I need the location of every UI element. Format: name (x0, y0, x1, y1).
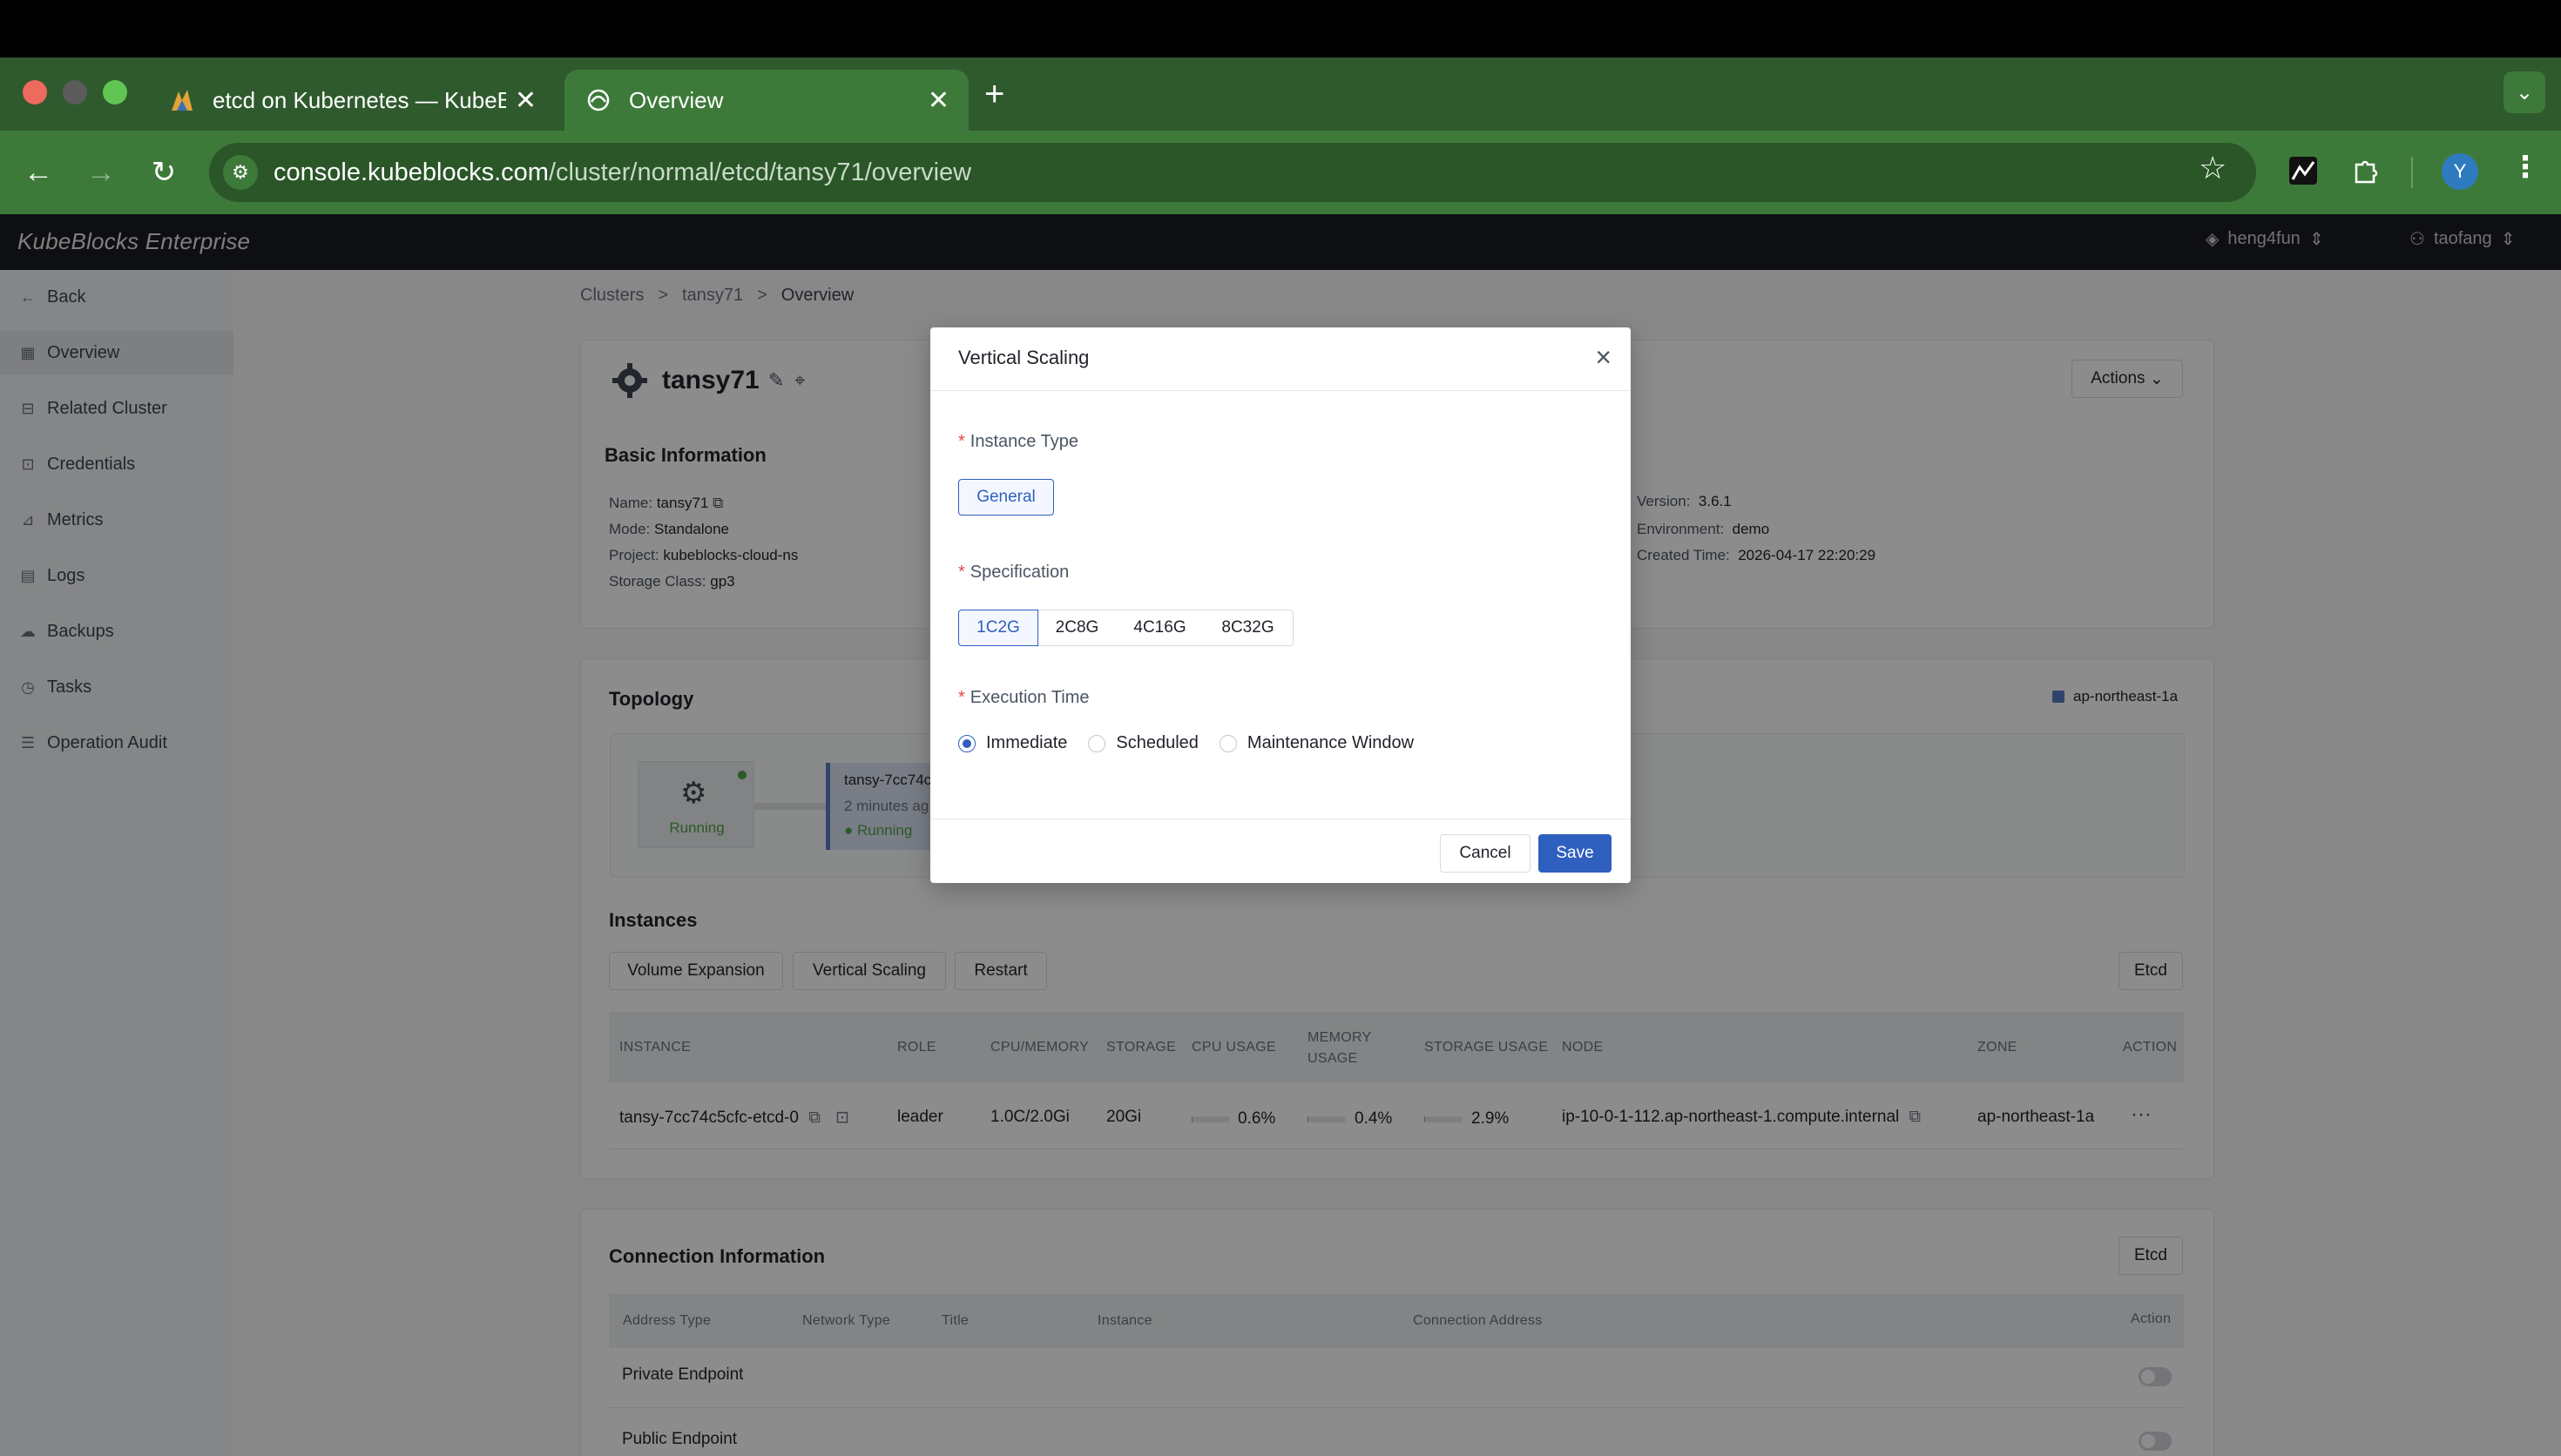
spec-option-2c8g[interactable]: 2C8G (1037, 610, 1118, 646)
kubeblocks-icon (167, 85, 197, 115)
minimize-window-button[interactable] (63, 80, 87, 104)
close-icon[interactable]: ✕ (515, 85, 537, 116)
forward-arrow-icon[interactable]: → (78, 150, 124, 195)
cancel-button[interactable]: Cancel (1440, 834, 1531, 873)
close-icon[interactable]: × (1595, 341, 1612, 374)
more-menu-icon[interactable]: ⋮ (2510, 150, 2540, 185)
tab-etcd-docs[interactable]: etcd on Kubernetes — KubeBl ✕ (148, 70, 556, 131)
close-icon[interactable]: ✕ (928, 85, 949, 116)
url-host: console.kubeblocks.com (274, 158, 549, 186)
tab-title: Overview (629, 86, 724, 113)
reload-icon[interactable]: ↻ (141, 150, 186, 195)
menu-bar-area (0, 0, 2561, 57)
required-marker: * (958, 688, 965, 707)
label-text: Execution Time (970, 688, 1090, 707)
radio-maintenance-window[interactable]: Maintenance Window (1219, 733, 1415, 753)
execution-time-label: * Execution Time (958, 688, 1090, 708)
extension-icon[interactable] (2286, 153, 2321, 188)
radio-button[interactable] (1088, 734, 1106, 752)
save-button[interactable]: Save (1538, 834, 1612, 873)
app-icon (584, 85, 613, 115)
address-bar[interactable]: console.kubeblocks.com/cluster/normal/et… (209, 143, 2256, 202)
spec-option-8c32g[interactable]: 8C32G (1203, 610, 1294, 646)
tab-search-button[interactable]: ⌄ (2504, 71, 2545, 113)
radio-button[interactable] (1219, 734, 1237, 752)
site-settings-icon[interactable]: ⚙ (223, 155, 258, 190)
radio-scheduled[interactable]: Scheduled (1088, 733, 1199, 753)
spec-option-1c2g[interactable]: 1C2G (958, 610, 1038, 646)
execution-time-radio-group: Immediate Scheduled Maintenance Window (958, 733, 1435, 753)
instance-type-general[interactable]: General (958, 479, 1054, 516)
radio-immediate[interactable]: Immediate (958, 733, 1067, 753)
new-tab-button[interactable]: + (984, 75, 1004, 114)
url-path: /cluster/normal/etcd/tansy71/overview (548, 158, 972, 186)
instance-type-label: * Instance Type (958, 432, 1078, 452)
radio-label: Immediate (986, 733, 1068, 752)
vertical-scaling-dialog: Vertical Scaling × * Instance Type Genera… (930, 327, 1631, 883)
dialog-header-divider (930, 390, 1631, 391)
maximize-window-button[interactable] (103, 80, 127, 104)
close-window-button[interactable] (23, 80, 47, 104)
label-text: Instance Type (970, 432, 1078, 451)
specification-label: * Specification (958, 563, 1069, 583)
tab-overview[interactable]: Overview ✕ (564, 70, 969, 131)
dialog-title: Vertical Scaling (958, 347, 1090, 368)
required-marker: * (958, 563, 965, 582)
label-text: Specification (970, 563, 1070, 582)
back-arrow-icon[interactable]: ← (16, 150, 61, 195)
radio-button[interactable] (958, 734, 976, 752)
bookmark-star-icon[interactable]: ☆ (2199, 150, 2227, 186)
spec-option-4c16g[interactable]: 4C16G (1117, 610, 1204, 646)
toolbar-divider (2411, 157, 2413, 188)
tab-title: etcd on Kubernetes — KubeBl (213, 86, 506, 113)
radio-label: Scheduled (1116, 733, 1199, 752)
puzzle-icon[interactable] (2348, 153, 2383, 188)
required-marker: * (958, 432, 965, 451)
profile-avatar[interactable]: Y (2442, 153, 2478, 190)
radio-label: Maintenance Window (1247, 733, 1415, 752)
